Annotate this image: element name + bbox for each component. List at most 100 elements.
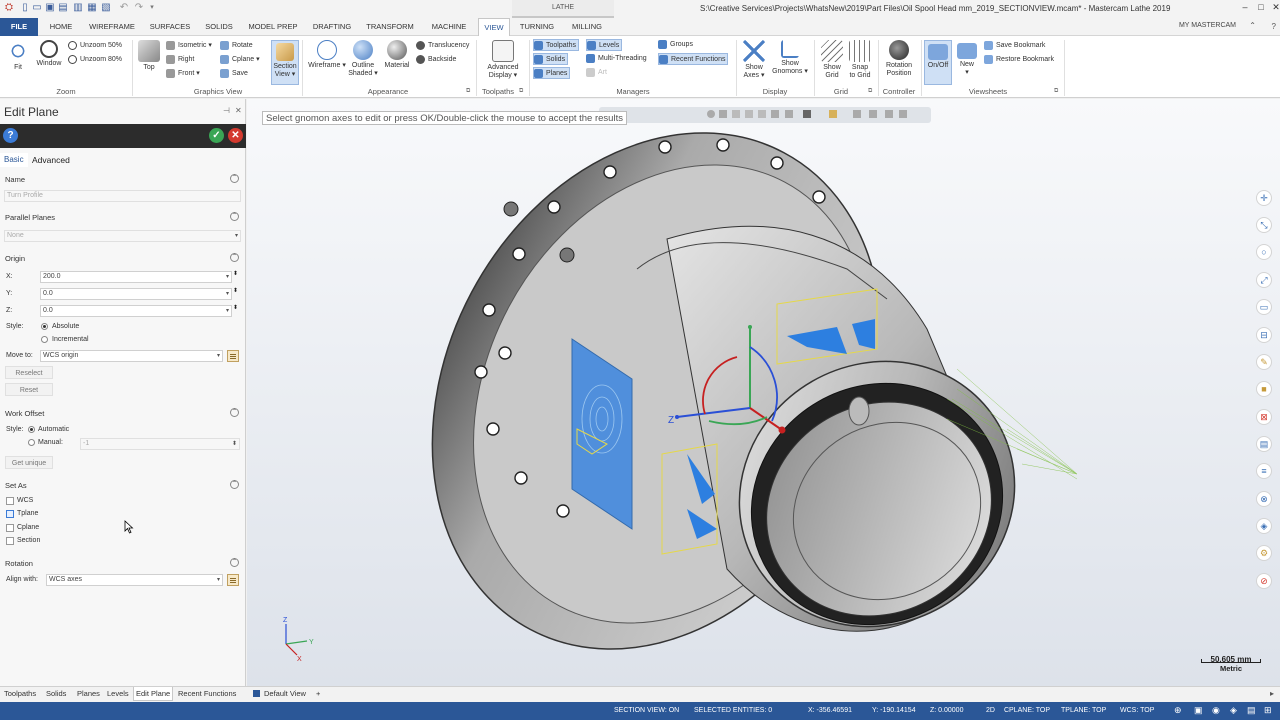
z-spinner-icon[interactable]: ⬍ (233, 304, 238, 311)
open-file-icon[interactable]: ▭ (31, 2, 43, 14)
panel-close-icon[interactable]: ✕ (235, 106, 242, 115)
levels-stack-icon[interactable]: ◈ (1256, 518, 1272, 534)
tab-view[interactable]: VIEW (478, 18, 510, 36)
mode-2d-3d[interactable]: 2D (986, 707, 995, 714)
tab-machine[interactable]: MACHINE (424, 18, 474, 36)
wcs-status[interactable]: WCS: TOP (1120, 707, 1154, 714)
wireframe-toggle-icon[interactable]: ✎ (1256, 354, 1272, 370)
tab-basic[interactable]: Basic (0, 153, 28, 167)
absolute-radio[interactable] (41, 323, 48, 330)
shaded-toggle-icon[interactable]: ■ (1256, 381, 1272, 397)
spool-head-model[interactable]: Z Z Y X (247, 99, 1280, 686)
auto-cursor-icon[interactable] (853, 110, 861, 118)
list-icon[interactable] (227, 574, 239, 586)
show-gnomons-button[interactable]: Show Gnomons ▾ (770, 40, 810, 76)
front-view-icon[interactable]: ⊟ (1256, 327, 1272, 343)
verify-icon[interactable] (803, 110, 811, 118)
grid-snap-icon[interactable] (829, 110, 837, 118)
grid-launcher-icon[interactable]: ⧉ (868, 88, 872, 95)
graphics-viewport[interactable]: Z Z Y X Select gnomon axes to edit or pr… (247, 99, 1280, 686)
appearance-launcher-icon[interactable]: ⧉ (466, 88, 470, 95)
top-view-icon[interactable]: ▭ (1256, 299, 1272, 315)
recent-functions-toggle[interactable]: Recent Functions (658, 53, 729, 65)
feature-select-icon[interactable] (785, 110, 793, 118)
list-icon[interactable] (227, 350, 239, 362)
save-icon[interactable]: ▣ (44, 2, 56, 14)
clear-select-icon[interactable] (899, 110, 907, 118)
rotate-button[interactable]: Rotate (220, 40, 253, 52)
incremental-radio[interactable] (41, 336, 48, 343)
tab-model-prep[interactable]: MODEL PREP (244, 18, 302, 36)
scroll-right-icon[interactable]: ▸ (1270, 689, 1274, 698)
outline-shaded-button[interactable]: Outline Shaded ▾ (347, 40, 379, 78)
get-unique-button[interactable]: Get unique (5, 456, 53, 469)
save-bookmark-button[interactable]: Save Bookmark (984, 40, 1045, 52)
edge-select-icon[interactable] (745, 110, 753, 118)
add-viewsheet-button[interactable]: + (316, 689, 320, 698)
plane-name-input[interactable]: Turn Profile (4, 190, 241, 202)
layer-icon[interactable]: ▤ (1256, 436, 1272, 452)
maximize-button[interactable]: □ (1253, 2, 1269, 12)
tab-file[interactable]: FILE (0, 18, 38, 36)
new-viewsheet-button[interactable]: New ▾ (955, 40, 979, 77)
snap-to-grid-button[interactable]: Snap to Grid (846, 40, 874, 80)
pin-icon[interactable]: ⊣ (223, 106, 230, 115)
automatic-radio[interactable] (28, 426, 35, 433)
parallel-planes-select[interactable]: None ▾ (4, 230, 241, 242)
display-mode-icon[interactable]: ⊞ (1264, 705, 1272, 716)
ribbon-collapse-icon[interactable]: ⌃ (1249, 21, 1256, 30)
properties-icon[interactable]: ▧ (100, 2, 112, 14)
move-to-select[interactable]: WCS origin ▾ (40, 350, 223, 362)
tab-recent-functions[interactable]: Recent Functions (178, 689, 236, 698)
toolpaths-manager-toggle[interactable]: Toolpaths (533, 39, 579, 51)
solid-select-icon[interactable] (719, 110, 727, 118)
customize-quick-access-icon[interactable]: ▾ (146, 2, 158, 14)
loop-select-icon[interactable] (771, 110, 779, 118)
origin-x-input[interactable]: 200.0 ▾ (40, 271, 232, 283)
unzoom-50-button[interactable]: Unzoom 50% (68, 40, 122, 52)
body-select-icon[interactable] (758, 110, 766, 118)
planes-manager-toggle[interactable]: Planes (533, 67, 571, 79)
delete-entities-icon[interactable]: ⊗ (1256, 491, 1272, 507)
tplane-status[interactable]: TPLANE: TOP (1061, 707, 1106, 714)
origin-y-input[interactable]: 0.0 ▾ (40, 288, 232, 300)
save-as-icon[interactable]: ▤ (57, 2, 69, 14)
cube-icon[interactable]: ▣ (1194, 705, 1203, 716)
solids-manager-toggle[interactable]: Solids (533, 53, 569, 65)
origin-z-input[interactable]: 0.0 ▾ (40, 305, 232, 317)
tab-default-view[interactable]: Default View (264, 689, 306, 698)
collapse-icon[interactable]: ⌃ (230, 212, 239, 221)
reselect-button[interactable]: Reselect (5, 366, 53, 379)
help-circle-icon[interactable]: ? (3, 128, 18, 143)
viewsheets-onoff-button[interactable]: On/Off (924, 40, 952, 85)
rotate-view-icon[interactable]: ○ (1256, 244, 1272, 260)
x-spinner-icon[interactable]: ⬍ (233, 270, 238, 277)
manual-offset-input[interactable]: -1 ⬍ (80, 438, 240, 450)
tplane-checkbox[interactable] (6, 510, 14, 518)
list-view-icon[interactable]: ≡ (1256, 463, 1272, 479)
collapse-icon[interactable]: ⌃ (230, 253, 239, 262)
restore-bookmark-button[interactable]: Restore Bookmark (984, 54, 1054, 66)
toolpaths-launcher-icon[interactable]: ⧉ (519, 88, 523, 95)
tab-turning[interactable]: TURNING (514, 18, 560, 36)
rotation-position-button[interactable]: Rotation Position (880, 40, 918, 78)
cplane-status[interactable]: CPLANE: TOP (1004, 707, 1050, 714)
tab-solids-manager[interactable]: Solids (46, 689, 66, 698)
cancel-button[interactable]: ✕ (228, 128, 243, 143)
advanced-display-button[interactable]: Advanced Display ▾ (484, 40, 522, 80)
wireframe-button[interactable]: Wireframe ▾ (308, 40, 346, 70)
reset-button[interactable]: Reset (5, 383, 53, 396)
tab-levels-manager[interactable]: Levels (107, 689, 129, 698)
print-icon[interactable]: ▥ (72, 2, 84, 14)
tab-transform[interactable]: TRANSFORM (362, 18, 418, 36)
manual-radio[interactable] (28, 439, 35, 446)
translucency-button[interactable]: Translucency (416, 40, 469, 52)
help-icon[interactable]: ? (1272, 22, 1276, 31)
backside-button[interactable]: Backside (416, 54, 456, 66)
tab-planes-manager[interactable]: Planes (77, 689, 100, 698)
y-spinner-icon[interactable]: ⬍ (233, 287, 238, 294)
levels-manager-toggle[interactable]: Levels (586, 39, 623, 51)
wire-icon[interactable]: ▤ (1247, 705, 1256, 716)
tab-wireframe[interactable]: WIREFRAME (84, 18, 140, 36)
top-view-button[interactable]: Top (138, 40, 160, 72)
